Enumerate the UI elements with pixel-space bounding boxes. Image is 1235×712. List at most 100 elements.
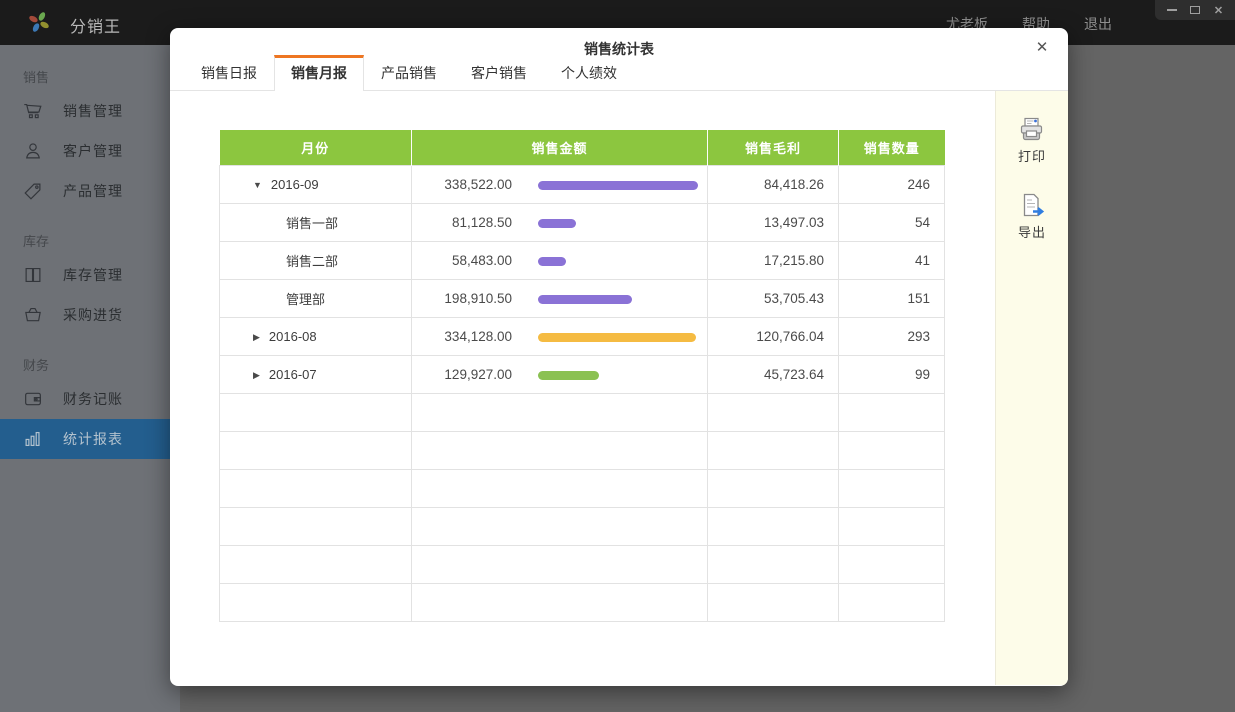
empty-cell: [839, 431, 945, 469]
sales-amount-value: 58,483.00: [412, 253, 512, 268]
sidebar-item-label: 客户管理: [63, 141, 123, 161]
tab-daily-sales[interactable]: 销售日报: [184, 58, 274, 90]
empty-cell: [412, 469, 708, 507]
sidebar-item-product-management[interactable]: 产品管理: [0, 171, 180, 211]
sales-amount-bar: [538, 181, 698, 190]
sales-amount-value: 81,128.50: [412, 215, 512, 230]
empty-table-row: [220, 507, 945, 545]
sales-amount-value: 198,910.50: [412, 291, 512, 306]
close-window-button[interactable]: ✕: [1212, 4, 1226, 16]
tab-product-sales[interactable]: 产品销售: [364, 58, 454, 90]
print-button[interactable]: 打印: [1017, 115, 1047, 165]
maximize-window-button[interactable]: [1188, 4, 1202, 16]
empty-table-row: [220, 393, 945, 431]
table-row: 管理部198,910.50 53,705.43151: [220, 279, 945, 317]
quantity-cell: 41: [839, 241, 945, 279]
sales-amount-bar: [538, 295, 632, 304]
cart-icon: [21, 99, 47, 123]
gross-profit-cell: 13,497.03: [708, 203, 839, 241]
action-label: 导出: [1018, 222, 1046, 241]
book-icon: [21, 263, 47, 287]
sidebar-item-label: 库存管理: [63, 265, 123, 285]
empty-cell: [412, 507, 708, 545]
empty-table-row: [220, 545, 945, 583]
sidebar-item-statistics-report[interactable]: 统计报表: [0, 419, 180, 459]
sales-amount-value: 129,927.00: [412, 367, 512, 382]
user-icon: [21, 139, 47, 163]
quantity-cell: 99: [839, 355, 945, 393]
sidebar-item-purchasing[interactable]: 采购进货: [0, 295, 180, 335]
table-row: 销售一部81,128.5013,497.0354: [220, 203, 945, 241]
tab-monthly-sales[interactable]: 销售月报: [274, 55, 364, 91]
empty-cell: [839, 469, 945, 507]
sidebar-item-inventory-management[interactable]: 库存管理: [0, 255, 180, 295]
printer-icon: [1017, 115, 1047, 143]
sidebar-item-bookkeeping[interactable]: 财务记账: [0, 379, 180, 419]
sidebar-item-sales-management[interactable]: 销售管理: [0, 91, 180, 131]
sidebar-item-customer-management[interactable]: 客户管理: [0, 131, 180, 171]
tab-personal-performance[interactable]: 个人绩效: [544, 58, 634, 90]
month-cell[interactable]: ▶ 2016-07: [220, 355, 412, 393]
tab-customer-sales[interactable]: 客户销售: [454, 58, 544, 90]
empty-cell: [220, 507, 412, 545]
bar-chart-icon: [21, 427, 47, 451]
export-button[interactable]: 导出: [1017, 191, 1047, 241]
sales-report-dialog: 销售统计表 ✕ 销售日报销售月报产品销售客户销售个人绩效 月份销售金额销售毛利销…: [170, 28, 1068, 686]
empty-cell: [412, 545, 708, 583]
month-cell[interactable]: ▶ 2016-08: [220, 317, 412, 355]
empty-cell: [708, 507, 839, 545]
sales-amount-cell: 198,910.50: [412, 279, 708, 317]
gross-profit-cell: 53,705.43: [708, 279, 839, 317]
column-header: 销售毛利: [708, 130, 839, 165]
table-row: ▶2016-07129,927.0045,723.6499: [220, 355, 945, 393]
minimize-window-button[interactable]: [1165, 4, 1179, 16]
tag-icon: [21, 179, 47, 203]
report-content: 月份销售金额销售毛利销售数量 ▼2016-09338,522.0084,418.…: [170, 91, 995, 685]
quantity-cell: 151: [839, 279, 945, 317]
sales-amount-value: 338,522.00: [412, 177, 512, 192]
sidebar-section-label: 财务: [0, 357, 180, 375]
empty-cell: [220, 469, 412, 507]
expand-arrow-icon[interactable]: ▶: [253, 370, 260, 380]
collapse-arrow-icon[interactable]: ▼: [253, 180, 262, 190]
sales-amount-value: 334,128.00: [412, 329, 512, 344]
table-row: ▶ 2016-08 334,128.00 120,766.04293: [220, 317, 945, 355]
gross-profit-cell: 120,766.04: [708, 317, 839, 355]
app-window: 分销王 尤老板帮助退出 ✕ 销售销售管理客户管理产品管理库存库存管理采购进货财务…: [0, 0, 1235, 712]
sidebar-item-label: 统计报表: [63, 429, 123, 449]
tab-bar: 销售日报销售月报产品销售客户销售个人绩效: [170, 58, 1068, 91]
sidebar-item-label: 采购进货: [63, 305, 123, 325]
empty-cell: [839, 507, 945, 545]
sidebar: 销售销售管理客户管理产品管理库存库存管理采购进货财务财务记账统计报表: [0, 45, 180, 712]
month-label: 销售二部: [286, 254, 338, 269]
month-label: 2016-07: [269, 367, 317, 382]
empty-cell: [708, 431, 839, 469]
empty-cell: [220, 431, 412, 469]
month-cell[interactable]: ▼2016-09: [220, 165, 412, 203]
empty-cell: [220, 583, 412, 621]
sidebar-section-label: 销售: [0, 69, 180, 87]
empty-cell: [839, 583, 945, 621]
month-label: 2016-08: [269, 329, 317, 344]
month-cell: 管理部: [220, 279, 412, 317]
window-controls: ✕: [1155, 0, 1235, 20]
empty-cell: [708, 469, 839, 507]
sales-amount-cell: 58,483.00: [412, 241, 708, 279]
empty-cell: [220, 393, 412, 431]
app-title: 分销王: [70, 13, 121, 37]
empty-cell: [708, 583, 839, 621]
action-label: 打印: [1018, 146, 1046, 165]
sidebar-section-label: 库存: [0, 233, 180, 251]
quantity-cell: 293: [839, 317, 945, 355]
action-rail: 打印导出: [995, 91, 1068, 685]
sales-amount-bar: [538, 371, 599, 380]
empty-cell: [412, 583, 708, 621]
column-header: 销售金额: [412, 130, 708, 165]
column-header: 月份: [220, 130, 412, 165]
expand-arrow-icon[interactable]: ▶: [253, 332, 260, 342]
month-cell: 销售二部: [220, 241, 412, 279]
dialog-close-icon[interactable]: ✕: [1032, 38, 1052, 58]
logout-menu-item[interactable]: 退出: [1084, 14, 1112, 34]
sales-amount-cell: 129,927.00: [412, 355, 708, 393]
sales-amount-cell: 338,522.00: [412, 165, 708, 203]
